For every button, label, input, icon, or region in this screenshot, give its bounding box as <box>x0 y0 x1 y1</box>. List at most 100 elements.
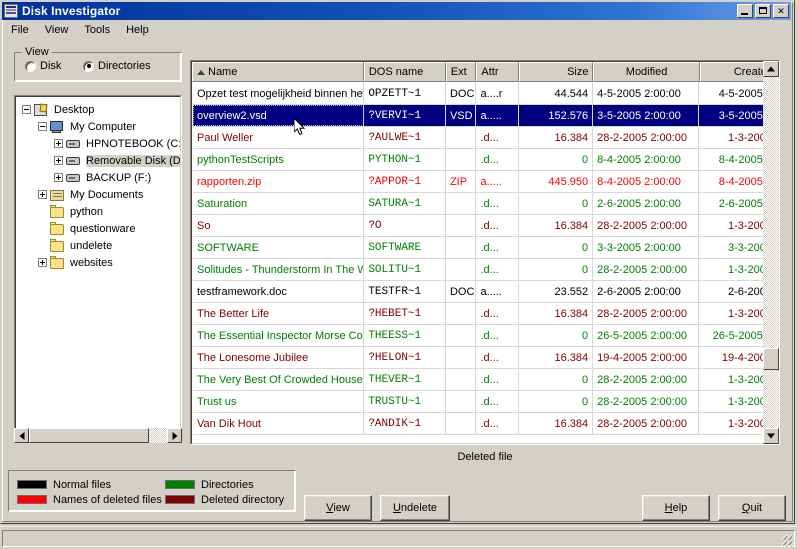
tree-node-undelete[interactable]: undelete <box>16 237 180 254</box>
table-row[interactable]: Van Dik Hout ?ANDIK~1 .d... 16.384 28-2-2005… <box>193 413 777 435</box>
legend-swatch-deleted-files <box>17 495 47 504</box>
file-list-body[interactable]: Opzet test mogelijkheid binnen het K(OPZ… <box>193 83 777 442</box>
title-bar: Disk Investigator ✕ <box>2 2 791 20</box>
expand-icon[interactable] <box>54 173 63 182</box>
cell-name: The Lonesome Jubilee <box>193 347 365 368</box>
column-header-dos-name[interactable]: DOS name <box>363 62 446 82</box>
tree-node-my-documents[interactable]: My Documents <box>16 186 180 203</box>
radio-disk[interactable]: Disk <box>25 60 61 72</box>
column-header-attr[interactable]: Attr <box>476 62 519 82</box>
table-row[interactable]: The Essential Inspector Morse Collec THEE… <box>193 325 777 347</box>
table-row[interactable]: pythonTestScripts PYTHON~1 .d... 0 8-4-2005 … <box>193 149 777 171</box>
cell-name: testframework.doc <box>193 281 365 302</box>
tree-scroll-left-arrow[interactable] <box>14 428 29 443</box>
table-row[interactable]: testframework.doc TESTFR~1 DOC a..... 23.552… <box>193 281 777 303</box>
tree-node-questionware[interactable]: questionware <box>16 220 180 237</box>
list-scroll-up-arrow[interactable] <box>763 61 779 77</box>
table-row[interactable]: rapporten.zip ?APPOR~1 ZIP a..... 445.950 8-4… <box>193 171 777 193</box>
collapse-icon[interactable] <box>22 105 31 114</box>
column-header-modified[interactable]: Modified <box>593 62 700 82</box>
cell-modified: 3-5-2005 2:00:00 <box>593 105 699 126</box>
cell-modified: 28-2-2005 2:00:00 <box>593 127 699 148</box>
table-row[interactable]: Paul Weller ?AULWE~1 .d... 16.384 28-2-2005 … <box>193 127 777 149</box>
close-button[interactable]: ✕ <box>773 4 789 18</box>
table-row[interactable]: Saturation SATURA~1 .d... 0 2-6-2005 2:00:00… <box>193 193 777 215</box>
list-scroll-down-arrow[interactable] <box>763 428 779 444</box>
expand-icon[interactable] <box>38 190 47 199</box>
tree-scroll-track[interactable] <box>29 428 167 443</box>
table-row[interactable]: The Better Life ?HEBET~1 .d... 16.384 28-2-2… <box>193 303 777 325</box>
column-header-name[interactable]: Name <box>192 62 364 82</box>
button-label: Quit <box>741 502 763 514</box>
cell-attr: .d... <box>476 127 519 148</box>
file-list-header[interactable]: Name DOS name Ext Attr Size Modified Created <box>192 62 778 82</box>
legend-label-normal-files: Normal files <box>53 478 112 491</box>
legend-label-deleted-directory: Deleted directory <box>201 493 285 506</box>
undelete-button[interactable]: Undelete <box>380 495 450 521</box>
menu-item-tools[interactable]: Tools <box>76 22 118 38</box>
window-controls: ✕ <box>737 4 789 18</box>
column-header-label: Name <box>208 66 238 78</box>
menu-item-help[interactable]: Help <box>118 22 157 38</box>
list-scroll-track[interactable] <box>763 77 779 428</box>
table-row[interactable]: So ?O .d... 16.384 28-2-2005 2:00:00 1-3-2005 <box>193 215 777 237</box>
cell-ext <box>446 413 477 434</box>
cell-dos-name: ?HEBET~1 <box>364 303 446 324</box>
quit-button[interactable]: Quit <box>718 495 786 521</box>
table-row[interactable]: Solitudes - Thunderstorm In The Wild SOLI… <box>193 259 777 281</box>
tree-node-my-computer[interactable]: My Computer <box>16 118 180 135</box>
cell-name: The Better Life <box>193 303 365 324</box>
table-row[interactable]: SOFTWARE SOFTWARE .d... 0 3-3-2005 2:00:00 3-… <box>193 237 777 259</box>
table-row[interactable]: Opzet test mogelijkheid binnen het K(OPZ… <box>193 83 777 105</box>
cell-ext <box>446 347 477 368</box>
table-row[interactable]: overview2.vsd ?VERVI~1 VSD a..... 152.576 3-5… <box>193 105 777 127</box>
tree-node-desktop[interactable]: Desktop <box>16 101 180 118</box>
maximize-button[interactable] <box>755 4 771 18</box>
tree-node-hpnotebook-c[interactable]: HPNOTEBOOK (C: <box>16 135 180 152</box>
table-row[interactable]: The Lonesome Jubilee ?HELON~1 .d... 16.384 1… <box>193 347 777 369</box>
tree-node-removable-disk-d[interactable]: Removable Disk (D <box>16 152 180 169</box>
cell-size: 16.384 <box>519 303 594 324</box>
table-row[interactable]: Trust us TRUSTU~1 .d... 0 28-2-2005 2:00:00 1… <box>193 391 777 413</box>
table-row[interactable]: The Very Best Of Crowded House THEVER~1 .d… <box>193 369 777 391</box>
list-scroll-thumb[interactable] <box>763 348 779 370</box>
cell-name: Paul Weller <box>193 127 365 148</box>
tree-horizontal-scrollbar[interactable] <box>14 428 182 443</box>
menu-item-view[interactable]: View <box>37 22 77 38</box>
directory-tree[interactable]: Desktop My Computer HPNOTEBOOK (C: Removabl… <box>16 101 180 271</box>
tree-scroll-thumb[interactable] <box>29 428 149 443</box>
cell-modified: 3-3-2005 2:00:00 <box>593 237 699 258</box>
file-list-vertical-scrollbar[interactable] <box>763 61 779 444</box>
column-header-size[interactable]: Size <box>518 62 594 82</box>
radio-directories[interactable]: Directories <box>83 60 151 72</box>
file-list-panel[interactable]: Name DOS name Ext Attr Size Modified Created O… <box>190 60 780 445</box>
column-header-label: Ext <box>450 66 467 78</box>
minimize-button[interactable] <box>737 4 753 18</box>
collapse-icon[interactable] <box>38 122 47 131</box>
cell-modified: 2-6-2005 2:00:00 <box>593 281 699 302</box>
cell-modified: 28-2-2005 2:00:00 <box>593 369 699 390</box>
resize-grip[interactable] <box>782 535 794 547</box>
column-header-ext[interactable]: Ext <box>445 62 477 82</box>
cell-attr: a..... <box>476 105 519 126</box>
folder-icon <box>50 239 66 253</box>
tree-node-websites[interactable]: websites <box>16 254 180 271</box>
tree-node-python[interactable]: python <box>16 203 180 220</box>
app-icon <box>4 4 18 18</box>
tree-node-backup-f[interactable]: BACKUP (F:) <box>16 169 180 186</box>
expand-icon[interactable] <box>54 156 63 165</box>
help-button[interactable]: Help <box>642 495 710 521</box>
directory-tree-panel[interactable]: Desktop My Computer HPNOTEBOOK (C: Removabl… <box>14 95 182 442</box>
cell-modified: 2-6-2005 2:00:00 <box>593 193 699 214</box>
status-text: Deleted file <box>457 451 513 463</box>
legend-items: Normal files Directories Names of delete… <box>17 477 289 507</box>
legend-deleted-files: Names of deleted files <box>17 494 165 506</box>
drive-icon <box>66 137 82 151</box>
expand-icon[interactable] <box>38 258 47 267</box>
menu-item-file[interactable]: File <box>3 22 37 38</box>
cell-size: 445.950 <box>519 171 594 192</box>
tree-scroll-right-arrow[interactable] <box>167 428 182 443</box>
view-button[interactable]: View <box>304 495 372 521</box>
expand-icon[interactable] <box>54 139 63 148</box>
